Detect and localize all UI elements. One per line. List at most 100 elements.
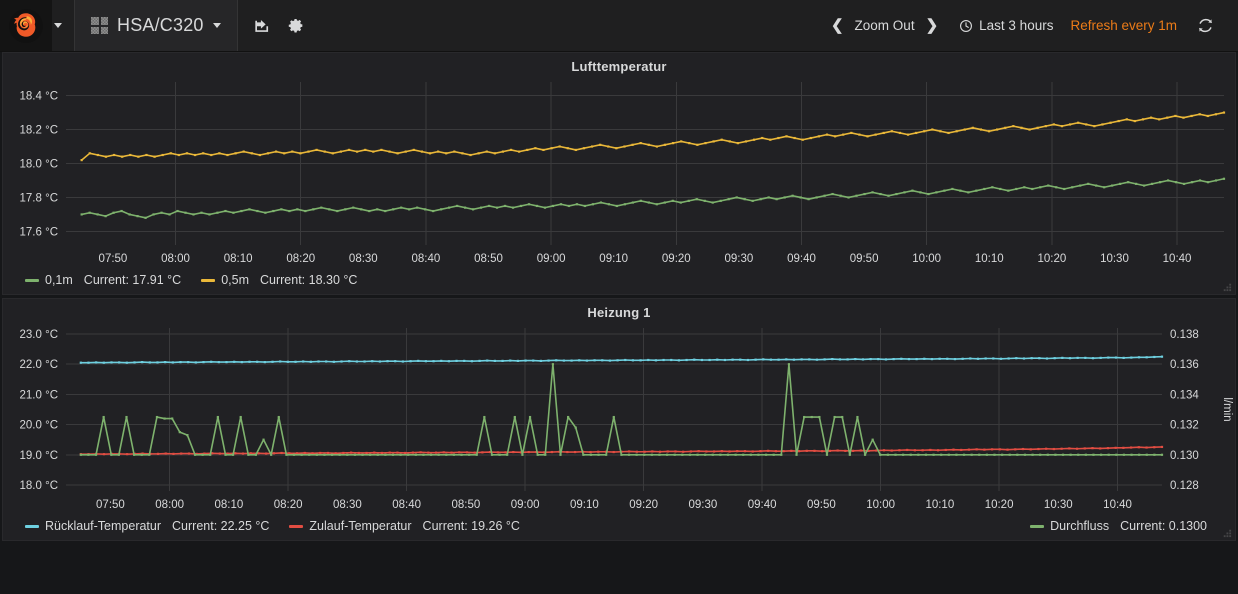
svg-text:08:50: 08:50 — [474, 253, 503, 265]
svg-text:08:00: 08:00 — [155, 499, 184, 511]
svg-text:09:00: 09:00 — [537, 253, 566, 265]
svg-text:17.8 °C: 17.8 °C — [20, 192, 58, 204]
refresh-icon — [1197, 17, 1214, 34]
svg-text:21.0 °C: 21.0 °C — [20, 389, 58, 401]
dashboard-body: Lufttemperatur 17.6 °C 17.8 °C 18.0 °C 18.2… — [0, 52, 1238, 541]
svg-text:08:10: 08:10 — [215, 499, 244, 511]
svg-text:08:30: 08:30 — [349, 253, 378, 265]
dashboard-grid-icon — [91, 17, 108, 34]
svg-text:0.128: 0.128 — [1170, 480, 1199, 492]
legend-series-value: Current: 18.30 °C — [260, 273, 357, 287]
legend-series-name: Rücklauf-Temperatur — [45, 519, 161, 533]
share-icon — [253, 16, 272, 35]
legend-series-value: Current: 17.91 °C — [84, 273, 181, 287]
svg-text:0.136: 0.136 — [1170, 359, 1199, 371]
svg-text:09:30: 09:30 — [688, 499, 717, 511]
legend-color-swatch — [25, 279, 39, 282]
svg-text:17.6 °C: 17.6 °C — [20, 226, 58, 238]
panel-legend: 0,1m Current: 17.91 °C 0,5m Current: 18.… — [3, 271, 1235, 294]
legend-item[interactable]: Zulauf-Temperatur Current: 19.26 °C — [289, 519, 520, 533]
legend-series-name: 0,1m — [45, 273, 73, 287]
top-navbar: HSA/C320 ❮ Zoom Out ❯ Las — [0, 0, 1238, 52]
panel-title[interactable]: Lufttemperatur — [3, 53, 1235, 76]
svg-text:23.0 °C: 23.0 °C — [20, 329, 58, 341]
svg-text:09:40: 09:40 — [787, 253, 816, 265]
time-zoom-controls: ❮ Zoom Out ❯ — [821, 18, 948, 33]
legend-color-swatch — [289, 525, 303, 528]
time-shift-forward-button[interactable]: ❯ — [926, 18, 939, 33]
timeseries-chart-lufttemperatur[interactable]: 17.6 °C17.8 °C18.0 °C18.2 °C18.4 °C07:50… — [3, 76, 1235, 271]
zoom-out-button[interactable]: Zoom Out — [855, 18, 915, 33]
legend-item[interactable]: Durchfluss Current: 0.1300 — [1030, 519, 1207, 533]
svg-text:0.132: 0.132 — [1170, 420, 1199, 432]
legend-item[interactable]: Rücklauf-Temperatur Current: 22.25 °C — [25, 519, 269, 533]
svg-text:08:40: 08:40 — [412, 253, 441, 265]
grafana-logo-icon — [9, 9, 43, 43]
svg-text:10:30: 10:30 — [1044, 499, 1073, 511]
share-dashboard-button[interactable] — [248, 11, 278, 41]
svg-text:18.0 °C: 18.0 °C — [20, 480, 58, 492]
dashboard-settings-button[interactable] — [282, 11, 312, 41]
svg-text:10:10: 10:10 — [975, 253, 1004, 265]
refresh-interval-label[interactable]: Refresh every 1m — [1064, 18, 1183, 33]
legend-color-swatch — [25, 525, 39, 528]
svg-text:08:00: 08:00 — [161, 253, 190, 265]
svg-text:07:50: 07:50 — [99, 253, 128, 265]
svg-text:08:40: 08:40 — [392, 499, 421, 511]
org-menu-button[interactable] — [52, 0, 74, 51]
svg-text:08:20: 08:20 — [274, 499, 303, 511]
svg-text:09:10: 09:10 — [599, 253, 628, 265]
svg-text:10:40: 10:40 — [1163, 253, 1192, 265]
svg-text:09:40: 09:40 — [748, 499, 777, 511]
svg-text:10:00: 10:00 — [912, 253, 941, 265]
svg-text:0.134: 0.134 — [1170, 389, 1199, 401]
legend-series-name: Durchfluss — [1050, 519, 1109, 533]
svg-text:20.0 °C: 20.0 °C — [20, 420, 58, 432]
svg-text:l/min: l/min — [1221, 397, 1233, 421]
legend-item[interactable]: 0,5m Current: 18.30 °C — [201, 273, 357, 287]
panel-title[interactable]: Heizung 1 — [3, 299, 1235, 322]
svg-text:18.2 °C: 18.2 °C — [20, 125, 58, 137]
svg-text:10:20: 10:20 — [985, 499, 1014, 511]
panel-heizung-1[interactable]: Heizung 1 18.0 °C19.0 °C20.0 °C21.0 °C22… — [2, 298, 1236, 541]
legend-color-swatch — [1030, 525, 1044, 528]
svg-text:08:10: 08:10 — [224, 253, 253, 265]
chevron-down-icon — [213, 23, 221, 28]
resize-handle-icon[interactable] — [1221, 281, 1232, 292]
svg-text:07:50: 07:50 — [96, 499, 125, 511]
svg-text:09:50: 09:50 — [850, 253, 879, 265]
legend-series-name: Zulauf-Temperatur — [309, 519, 411, 533]
svg-text:10:10: 10:10 — [925, 499, 954, 511]
svg-text:08:30: 08:30 — [333, 499, 362, 511]
svg-text:09:20: 09:20 — [629, 499, 658, 511]
svg-text:10:00: 10:00 — [866, 499, 895, 511]
legend-color-swatch — [201, 279, 215, 282]
svg-text:09:10: 09:10 — [570, 499, 599, 511]
svg-text:09:00: 09:00 — [511, 499, 540, 511]
svg-text:09:30: 09:30 — [725, 253, 754, 265]
time-range-label: Last 3 hours — [979, 18, 1053, 33]
panel-lufttemperatur[interactable]: Lufttemperatur 17.6 °C17.8 °C18.0 °C18.2… — [2, 52, 1236, 295]
resize-handle-icon[interactable] — [1221, 527, 1232, 538]
legend-series-value: Current: 0.1300 — [1120, 519, 1207, 533]
svg-text:10:40: 10:40 — [1103, 499, 1132, 511]
svg-text:09:50: 09:50 — [807, 499, 836, 511]
grafana-home-button[interactable] — [0, 0, 52, 51]
legend-series-name: 0,5m — [221, 273, 249, 287]
timeseries-chart-heizung-1[interactable]: 18.0 °C19.0 °C20.0 °C21.0 °C22.0 °C23.0 … — [3, 322, 1235, 517]
svg-text:08:50: 08:50 — [452, 499, 481, 511]
refresh-button[interactable] — [1183, 17, 1224, 34]
svg-text:10:30: 10:30 — [1100, 253, 1129, 265]
svg-text:0.130: 0.130 — [1170, 450, 1199, 462]
svg-text:10:20: 10:20 — [1037, 253, 1066, 265]
dashboard-title: HSA/C320 — [117, 15, 204, 36]
svg-text:18.4 °C: 18.4 °C — [20, 91, 58, 103]
time-range-picker[interactable]: Last 3 hours — [948, 18, 1064, 33]
chevron-down-icon — [54, 23, 62, 28]
dashboard-picker[interactable]: HSA/C320 — [74, 0, 238, 51]
legend-series-value: Current: 19.26 °C — [423, 519, 520, 533]
time-shift-back-button[interactable]: ❮ — [831, 18, 844, 33]
legend-item[interactable]: 0,1m Current: 17.91 °C — [25, 273, 181, 287]
svg-text:22.0 °C: 22.0 °C — [20, 359, 58, 371]
gear-icon — [288, 17, 305, 34]
